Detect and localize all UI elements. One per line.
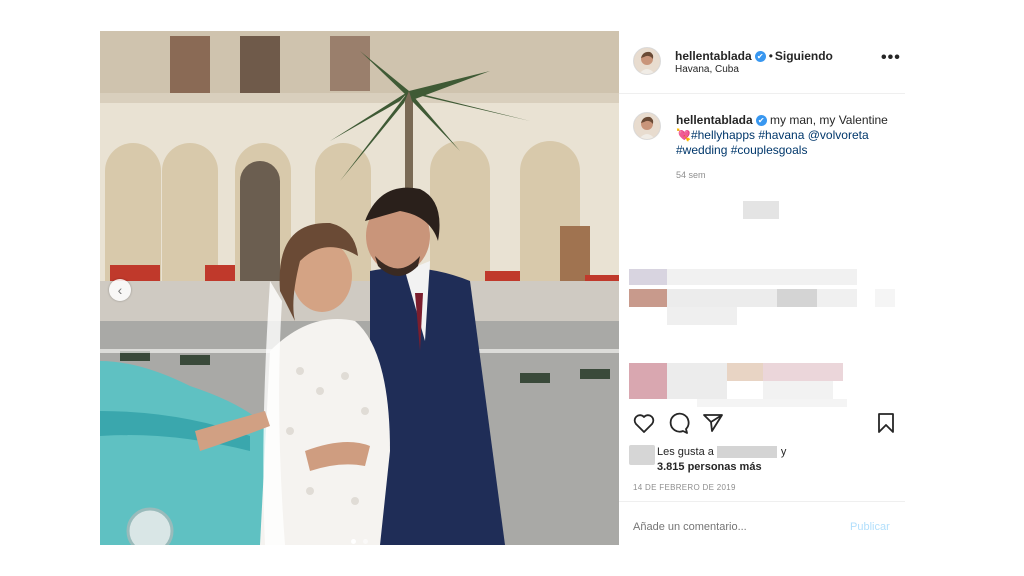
header-user-line: hellentablada ✔ • Siguiendo bbox=[675, 49, 833, 63]
carousel-dot-active bbox=[351, 539, 357, 544]
likes-line: Les gusta a y bbox=[657, 446, 787, 459]
mention-link[interactable]: @volvoreta bbox=[808, 128, 869, 142]
hashtag-link[interactable]: #wedding bbox=[676, 143, 727, 157]
caption-text: my man, my Valentine bbox=[766, 113, 888, 127]
publish-button[interactable]: Publicar bbox=[850, 521, 890, 533]
bookmark-icon[interactable] bbox=[874, 411, 898, 435]
author-username[interactable]: hellentablada bbox=[675, 49, 752, 63]
likes-count[interactable]: 3.815 personas más bbox=[657, 461, 762, 473]
author-avatar[interactable] bbox=[633, 47, 661, 75]
following-button[interactable]: Siguiendo bbox=[775, 49, 833, 63]
likes-prefix: Les gusta a bbox=[657, 446, 714, 458]
verified-icon: ✔ bbox=[754, 51, 766, 63]
post-header: hellentablada ✔ • Siguiendo Havana, Cuba ••… bbox=[619, 31, 905, 94]
carousel-dot bbox=[362, 539, 368, 544]
hashtag-link[interactable]: #havana bbox=[758, 128, 804, 142]
previous-photo-button[interactable]: ‹ bbox=[109, 279, 131, 301]
verified-icon: ✔ bbox=[755, 115, 767, 127]
wedding-photo-illustration bbox=[100, 31, 619, 545]
separator-dot: • bbox=[768, 49, 773, 63]
carousel-indicator bbox=[100, 531, 619, 545]
comment-bar: Publicar bbox=[619, 501, 905, 546]
chevron-left-icon: ‹ bbox=[117, 282, 123, 298]
post-actions bbox=[619, 411, 905, 441]
liker-name-pixelated[interactable] bbox=[716, 446, 777, 459]
comment-icon[interactable] bbox=[666, 411, 690, 435]
instagram-post: ‹ hellentablada ✔ • Siguiendo Havana, Cuba … bbox=[100, 31, 905, 545]
post-date: 14 DE FEBRERO DE 2019 bbox=[633, 483, 736, 492]
share-icon[interactable] bbox=[701, 411, 725, 435]
caption-timestamp: 54 sem bbox=[676, 170, 706, 180]
caption-avatar[interactable] bbox=[633, 112, 661, 140]
hashtag-link[interactable]: #couplesgoals bbox=[731, 143, 808, 157]
liker-avatar-pixelated bbox=[629, 445, 655, 465]
post-location[interactable]: Havana, Cuba bbox=[675, 64, 739, 75]
post-side-panel: hellentablada ✔ • Siguiendo Havana, Cuba ••… bbox=[619, 31, 905, 545]
post-caption: hellentablada ✔ my man, my Valentine 💘#he… bbox=[676, 113, 891, 158]
pixelated-comments-area bbox=[627, 197, 897, 407]
more-options-icon[interactable]: ••• bbox=[881, 49, 901, 67]
arrow-heart-emoji: 💘 bbox=[676, 128, 691, 142]
likes-suffix: y bbox=[780, 446, 787, 458]
comment-input[interactable] bbox=[633, 521, 833, 533]
heart-icon[interactable] bbox=[632, 411, 656, 435]
caption-username[interactable]: hellentablada bbox=[676, 113, 753, 127]
hashtag-link[interactable]: #hellyhapps bbox=[691, 128, 755, 142]
post-photo[interactable]: ‹ bbox=[100, 31, 619, 545]
